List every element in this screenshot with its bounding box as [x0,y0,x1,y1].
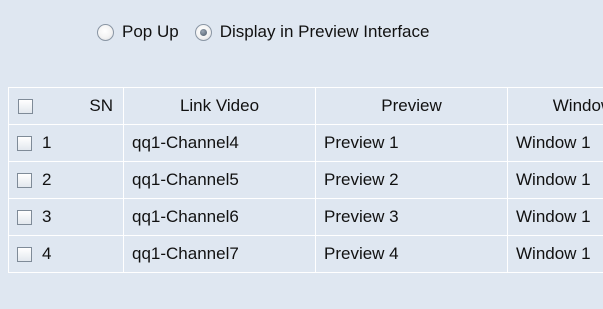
sn-value: 3 [42,207,52,226]
table-row[interactable]: 1 qq1-Channel4 Preview 1 Window 1 [8,124,603,162]
window-cell: Window 1 [507,161,603,199]
link-video-cell: qq1-Channel6 [123,198,316,236]
pop-up-option[interactable]: Pop Up [97,22,179,42]
link-video-table: SN Link Video Preview Window 1 qq1-Chann… [8,87,603,273]
window-cell: Window 1 [507,235,603,273]
header-sn-label: SN [89,96,113,115]
select-all-checkbox[interactable] [18,98,33,114]
pop-up-label: Pop Up [122,22,179,41]
row-checkbox[interactable] [17,209,32,225]
preview-cell: Preview 1 [315,124,508,162]
row-checkbox[interactable] [17,246,32,262]
preview-cell: Preview 2 [315,161,508,199]
link-video-cell: qq1-Channel7 [123,235,316,273]
preview-cell: Preview 3 [315,198,508,236]
link-video-cell: qq1-Channel4 [123,124,316,162]
sn-value: 4 [42,244,52,263]
preview-cell: Preview 4 [315,235,508,273]
display-mode-radio-group: Pop Up Display in Preview Interface [0,0,603,64]
header-link-video[interactable]: Link Video [123,87,316,125]
sn-cell: 1 [8,124,124,162]
sn-value: 2 [42,170,52,189]
window-cell: Window 1 [507,198,603,236]
window-cell: Window 1 [507,124,603,162]
header-window[interactable]: Window [507,87,603,125]
header-preview[interactable]: Preview [315,87,508,125]
display-in-preview-option[interactable]: Display in Preview Interface [194,22,430,42]
sn-cell: 4 [8,235,124,273]
display-in-preview-radio[interactable] [194,23,212,41]
table-row[interactable]: 2 qq1-Channel5 Preview 2 Window 1 [8,161,603,199]
sn-cell: 3 [8,198,124,236]
sn-value: 1 [42,133,52,152]
table-row[interactable]: 3 qq1-Channel6 Preview 3 Window 1 [8,198,603,236]
sn-cell: 2 [8,161,124,199]
header-sn: SN [8,87,124,125]
row-checkbox[interactable] [17,172,32,188]
table-header-row: SN Link Video Preview Window [8,87,603,125]
link-video-cell: qq1-Channel5 [123,161,316,199]
table-row[interactable]: 4 qq1-Channel7 Preview 4 Window 1 [8,235,603,273]
row-checkbox[interactable] [17,135,32,151]
pop-up-radio[interactable] [97,23,114,41]
link-video-grid: SN Link Video Preview Window 1 qq1-Chann… [8,87,603,303]
display-in-preview-label: Display in Preview Interface [219,22,430,41]
